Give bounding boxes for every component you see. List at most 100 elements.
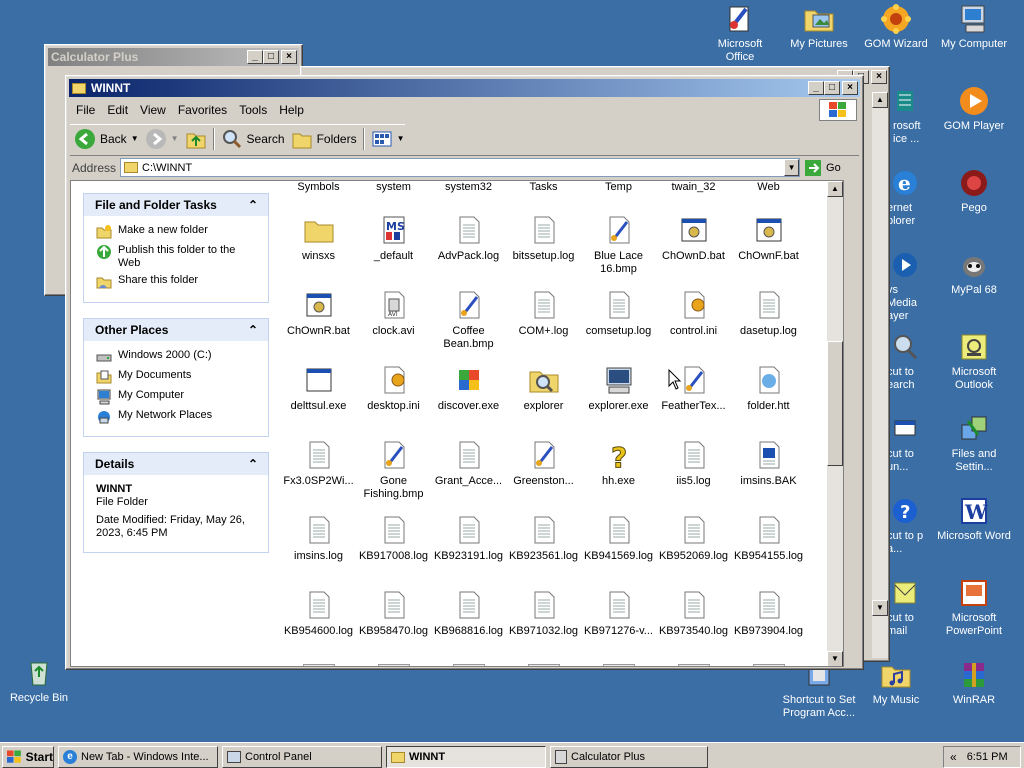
folder-item-symbols[interactable]: Symbols: [281, 181, 356, 194]
clock[interactable]: 6:51 PM: [967, 751, 1008, 763]
file-item-folder-htt[interactable]: folder.htt: [731, 364, 806, 413]
menu-tools[interactable]: Tools: [233, 103, 273, 117]
desktop-icon-microsoft-powerpoint[interactable]: Microsoft PowerPoint: [936, 577, 1012, 638]
file-item-dasetup-log[interactable]: dasetup.log: [731, 289, 806, 338]
taskbar-button-calculator[interactable]: Calculator Plus: [550, 746, 708, 768]
folder-item-twain-32[interactable]: twain_32: [656, 181, 731, 194]
desktop-icon-outlook[interactable]: Microsoft Outlook: [936, 331, 1012, 392]
go-button[interactable]: Go: [804, 159, 841, 177]
file-item-hh-exe[interactable]: ? hh.exe: [581, 439, 656, 488]
taskbar-button-winnt[interactable]: WINNT: [386, 746, 546, 768]
partial-file-item[interactable]: [753, 664, 785, 666]
file-item-delttsul-exe[interactable]: delttsul.exe: [281, 364, 356, 413]
partial-file-item[interactable]: [678, 664, 710, 666]
file-item-bitssetup-log[interactable]: bitssetup.log: [506, 214, 581, 263]
partial-file-item[interactable]: [603, 664, 635, 666]
background-window-close-button[interactable]: ×: [871, 70, 887, 84]
file-item-clock-avi[interactable]: AVI clock.avi: [356, 289, 431, 338]
desktop-icon-microsoft-word[interactable]: W Microsoft Word: [936, 495, 1012, 543]
file-item-kb917008-log[interactable]: KB917008.log: [356, 514, 431, 563]
file-item-chownf-bat[interactable]: ChOwnF.bat: [731, 214, 806, 263]
file-item-explorer-exe[interactable]: explorer.exe: [581, 364, 656, 413]
place-windows-2000-c[interactable]: Windows 2000 (C:): [84, 347, 268, 367]
file-item-imsins-bak[interactable]: imsins.BAK: [731, 439, 806, 488]
calculator-maximize-button[interactable]: □: [263, 50, 279, 64]
up-folder-button[interactable]: [185, 128, 207, 150]
menu-help[interactable]: Help: [273, 103, 310, 117]
background-scroll-down-button[interactable]: ▼: [872, 600, 888, 616]
taskbar-button-new-tab[interactable]: e New Tab - Windows Inte...: [58, 746, 218, 768]
file-item-iis5-log[interactable]: iis5.log: [656, 439, 731, 488]
folder-item-system[interactable]: system: [356, 181, 431, 194]
file-item-grant-acce[interactable]: Grant_Acce...: [431, 439, 506, 488]
file-item-chownd-bat[interactable]: ChOwnD.bat: [656, 214, 731, 263]
file-item-comsetup-log[interactable]: comsetup.log: [581, 289, 656, 338]
background-window-scrollbar[interactable]: ▲ ▼: [872, 92, 888, 658]
taskbar-button-control-panel[interactable]: Control Panel: [222, 746, 382, 768]
tray-expand-icon[interactable]: «: [950, 750, 957, 764]
search-button[interactable]: Search: [221, 128, 285, 150]
make-new-folder-link[interactable]: Make a new folder: [84, 222, 268, 242]
file-item-kb923561-log[interactable]: KB923561.log: [506, 514, 581, 563]
file-item-coffee-bean-bmp[interactable]: Coffee Bean.bmp: [431, 289, 506, 351]
file-list-scrollbar[interactable]: ▲ ▼: [827, 181, 843, 666]
folder-item-temp[interactable]: Temp: [581, 181, 656, 194]
file-item-chownr-bat[interactable]: ChOwnR.bat: [281, 289, 356, 338]
background-scroll-up-button[interactable]: ▲: [872, 92, 888, 108]
partial-file-item[interactable]: [453, 664, 485, 666]
explorer-minimize-button[interactable]: _: [808, 81, 824, 95]
file-item-blue-lace-16-bmp[interactable]: Blue Lace 16.bmp: [581, 214, 656, 276]
desktop-icon-pego[interactable]: Pego: [936, 167, 1012, 215]
file-item-kb923191-log[interactable]: KB923191.log: [431, 514, 506, 563]
file-item-kb973540-log[interactable]: KB973540.log: [656, 589, 731, 638]
collapse-icon[interactable]: ⌃: [248, 323, 258, 337]
folders-button[interactable]: Folders: [291, 128, 357, 150]
file-item-default[interactable]: MS _default: [356, 214, 431, 263]
desktop-icon-gom-wizard[interactable]: GOM Wizard: [858, 3, 934, 51]
file-item-control-ini[interactable]: control.ini: [656, 289, 731, 338]
file-item-greenston[interactable]: Greenston...: [506, 439, 581, 488]
desktop-icon-winrar[interactable]: WinRAR: [936, 659, 1012, 707]
address-dropdown-button[interactable]: ▼: [784, 159, 800, 176]
desktop-icon-files-settings[interactable]: Files and Settin...: [936, 413, 1012, 474]
file-item-gone-fishing-bmp[interactable]: Gone Fishing.bmp: [356, 439, 431, 501]
partial-file-item[interactable]: [378, 664, 410, 666]
explorer-close-button[interactable]: ×: [842, 81, 858, 95]
menu-file[interactable]: File: [70, 103, 101, 117]
share-folder-link[interactable]: Share this folder: [84, 272, 268, 292]
calculator-title-bar[interactable]: Calculator Plus _ □ ×: [48, 48, 299, 66]
folder-item-tasks[interactable]: Tasks: [506, 181, 581, 194]
collapse-icon[interactable]: ⌃: [248, 198, 258, 212]
desktop-icon-my-computer[interactable]: My Computer: [936, 3, 1012, 51]
file-item-winsxs[interactable]: winsxs: [281, 214, 356, 263]
file-item-imsins-log[interactable]: imsins.log: [281, 514, 356, 563]
back-button[interactable]: Back ▼: [74, 128, 139, 150]
details-header[interactable]: Details ⌃: [84, 453, 268, 475]
address-field[interactable]: C:\WINNT ▼: [120, 158, 801, 177]
explorer-maximize-button[interactable]: □: [824, 81, 840, 95]
scroll-thumb[interactable]: [827, 341, 843, 466]
explorer-title-bar[interactable]: WINNT _ □ ×: [69, 79, 860, 97]
other-places-header[interactable]: Other Places ⌃: [84, 319, 268, 341]
file-item-fx3-0sp2wi[interactable]: Fx3.0SP2Wi...: [281, 439, 356, 488]
file-item-kb954600-log[interactable]: KB954600.log: [281, 589, 356, 638]
forward-button[interactable]: ▼: [145, 128, 179, 150]
desktop-icon-my-pictures[interactable]: My Pictures: [781, 3, 857, 51]
partial-file-item[interactable]: [303, 664, 335, 666]
collapse-icon[interactable]: ⌃: [248, 457, 258, 471]
file-folder-tasks-header[interactable]: File and Folder Tasks ⌃: [84, 194, 268, 216]
calculator-minimize-button[interactable]: _: [247, 50, 263, 64]
desktop-icon-mypal[interactable]: MyPal 68: [936, 249, 1012, 297]
file-item-com-log[interactable]: COM+.log: [506, 289, 581, 338]
desktop-icon-gom-player[interactable]: GOM Player: [936, 85, 1012, 133]
desktop-icon-my-music[interactable]: My Music: [858, 659, 934, 707]
calculator-close-button[interactable]: ×: [281, 50, 297, 64]
menu-view[interactable]: View: [134, 103, 172, 117]
file-item-desktop-ini[interactable]: desktop.ini: [356, 364, 431, 413]
menu-favorites[interactable]: Favorites: [172, 103, 233, 117]
file-item-kb973904-log[interactable]: KB973904.log: [731, 589, 806, 638]
menu-edit[interactable]: Edit: [101, 103, 134, 117]
place-my-network-places[interactable]: My Network Places: [84, 407, 268, 427]
publish-to-web-link[interactable]: Publish this folder to the Web: [84, 242, 268, 272]
place-my-documents[interactable]: My Documents: [84, 367, 268, 387]
